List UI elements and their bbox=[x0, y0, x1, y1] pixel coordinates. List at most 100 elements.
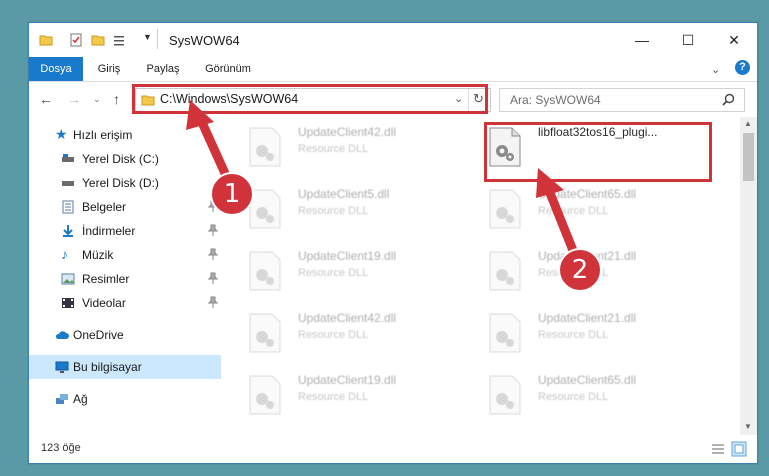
pin-icon[interactable] bbox=[208, 272, 218, 284]
dll-file-icon bbox=[249, 251, 281, 291]
sidebar-item-label: Videolar bbox=[82, 296, 126, 310]
file-item[interactable]: UpdateClient19.dll Resource DLL bbox=[236, 243, 466, 297]
file-item[interactable]: UpdateClient19.dll Resource DLL bbox=[236, 367, 466, 421]
recent-dropdown-icon[interactable]: ⌄ bbox=[93, 94, 101, 105]
videos-icon bbox=[62, 298, 74, 308]
new-folder-icon[interactable] bbox=[91, 33, 105, 47]
help-icon[interactable]: ? bbox=[735, 60, 750, 75]
file-type: Resource DLL bbox=[298, 329, 369, 341]
step-1-badge: 1 bbox=[210, 172, 254, 216]
sidebar-item-label: OneDrive bbox=[73, 328, 124, 342]
sidebar-item-pictures[interactable]: Resimler bbox=[29, 267, 221, 291]
drive-icon bbox=[62, 154, 74, 162]
up-icon[interactable]: ↑ bbox=[113, 91, 120, 107]
file-type: Resource DLL bbox=[538, 391, 609, 403]
window-title: SysWOW64 bbox=[169, 33, 240, 48]
file-name: UpdateClient65.dll bbox=[538, 373, 637, 387]
file-type: Resource DLL bbox=[298, 205, 369, 217]
forward-icon[interactable]: → bbox=[67, 91, 81, 107]
file-item[interactable]: UpdateClient21.dll Resource DLL bbox=[476, 305, 706, 359]
file-type: Resource DLL bbox=[298, 267, 369, 279]
sidebar-item-downloads[interactable]: İndirmeler bbox=[29, 219, 221, 243]
star-icon: ★ bbox=[55, 126, 68, 142]
title-bar: ▼ SysWOW64 — ☐ ✕ bbox=[29, 23, 757, 57]
maximize-button[interactable]: ☐ bbox=[665, 23, 711, 57]
computer-icon bbox=[55, 361, 69, 373]
pin-icon[interactable] bbox=[208, 296, 218, 308]
pin-icon[interactable] bbox=[208, 224, 218, 236]
minimize-button[interactable]: — bbox=[619, 23, 665, 57]
search-input[interactable]: Ara: SysWOW64 bbox=[499, 88, 745, 112]
documents-icon bbox=[62, 200, 74, 214]
tab-home[interactable]: Giriş bbox=[87, 57, 131, 81]
dll-file-icon bbox=[249, 127, 281, 167]
file-name: UpdateClient19.dll bbox=[298, 373, 397, 387]
sidebar-item-label: Resimler bbox=[82, 272, 130, 286]
sidebar-item-music[interactable]: ♪ Müzik bbox=[29, 243, 221, 267]
sidebar-item-label: İndirmeler bbox=[82, 224, 136, 238]
dll-file-icon bbox=[489, 375, 521, 415]
file-item[interactable]: UpdateClient42.dll Resource DLL bbox=[236, 305, 466, 359]
sidebar-item-network[interactable]: Ağ bbox=[29, 387, 221, 411]
customize-icon[interactable] bbox=[113, 33, 127, 47]
file-type: Resource DLL bbox=[538, 329, 609, 341]
pictures-icon bbox=[61, 273, 75, 285]
file-name: UpdateClient65.dll bbox=[538, 187, 637, 201]
search-placeholder: Ara: SysWOW64 bbox=[510, 93, 601, 107]
dll-file-icon bbox=[489, 313, 521, 353]
dll-file-icon bbox=[489, 251, 521, 291]
network-icon bbox=[56, 394, 68, 404]
details-view-icon[interactable] bbox=[711, 443, 725, 455]
cloud-icon bbox=[55, 331, 69, 339]
file-name: UpdateClient42.dll bbox=[298, 125, 397, 139]
sidebar-item-label: Belgeler bbox=[82, 200, 127, 214]
scroll-down-icon[interactable]: ▼ bbox=[744, 422, 752, 431]
music-icon: ♪ bbox=[61, 246, 68, 262]
address-bar-highlight bbox=[132, 84, 488, 114]
qa-dropdown-icon[interactable]: ▼ bbox=[143, 32, 152, 42]
file-highlight bbox=[484, 122, 712, 182]
file-type: Resource DLL bbox=[538, 205, 609, 217]
sidebar-item-documents[interactable]: Belgeler bbox=[29, 195, 221, 219]
item-count: 123 öğe bbox=[41, 442, 81, 454]
sidebar-item-label: Bu bilgisayar bbox=[73, 360, 142, 374]
close-button[interactable]: ✕ bbox=[711, 23, 757, 57]
file-type: Resource DLL bbox=[298, 143, 369, 155]
pin-icon[interactable] bbox=[208, 248, 218, 260]
file-item[interactable]: UpdateClient65.dll Resource DLL bbox=[476, 181, 706, 235]
search-icon[interactable] bbox=[722, 93, 735, 106]
properties-icon[interactable] bbox=[69, 33, 83, 47]
file-name: UpdateClient5.dll bbox=[298, 187, 390, 201]
sidebar-item-label: Yerel Disk (C:) bbox=[82, 152, 159, 166]
sidebar-item-onedrive[interactable]: OneDrive bbox=[29, 323, 221, 347]
sidebar-item-quick-access[interactable]: ★ Hızlı erişim bbox=[29, 123, 221, 147]
sidebar-item-disk-d[interactable]: Yerel Disk (D:) bbox=[29, 171, 221, 195]
sidebar-item-videos[interactable]: Videolar bbox=[29, 291, 221, 315]
file-item[interactable]: UpdateClient5.dll Resource DLL bbox=[236, 181, 466, 235]
sidebar-item-label: Ağ bbox=[73, 392, 88, 406]
sidebar-item-label: Yerel Disk (D:) bbox=[82, 176, 159, 190]
scrollbar-thumb[interactable] bbox=[743, 133, 754, 181]
pin-icon bbox=[208, 152, 218, 164]
sidebar-item-this-pc[interactable]: Bu bilgisayar bbox=[29, 355, 221, 379]
file-name: UpdateClient21.dll bbox=[538, 311, 637, 325]
ribbon-expand-icon[interactable]: ⌄ bbox=[711, 63, 720, 76]
large-icons-view-icon[interactable] bbox=[731, 441, 747, 457]
navigation-pane: ★ Hızlı erişim Yerel Disk (C:) Yerel Dis… bbox=[29, 119, 221, 435]
vertical-scrollbar[interactable]: ▲ ▼ bbox=[740, 117, 757, 435]
sidebar-item-disk-c[interactable]: Yerel Disk (C:) bbox=[29, 147, 221, 171]
sidebar-item-label: Hızlı erişim bbox=[73, 128, 133, 142]
back-icon[interactable]: ← bbox=[39, 91, 53, 107]
ribbon: Dosya Giriş Paylaş Görünüm ⌄ ? bbox=[29, 57, 757, 82]
tab-share[interactable]: Paylaş bbox=[139, 57, 187, 81]
tab-file[interactable]: Dosya bbox=[29, 57, 83, 81]
file-name: UpdateClient42.dll bbox=[298, 311, 397, 325]
scroll-up-icon[interactable]: ▲ bbox=[744, 119, 752, 128]
file-item[interactable]: UpdateClient42.dll Resource DLL bbox=[236, 119, 466, 173]
file-name: UpdateClient19.dll bbox=[298, 249, 397, 263]
step-2-badge: 2 bbox=[558, 248, 602, 292]
tab-view[interactable]: Görünüm bbox=[197, 57, 259, 81]
dll-file-icon bbox=[489, 189, 521, 229]
file-item[interactable]: UpdateClient65.dll Resource DLL bbox=[476, 367, 706, 421]
dll-file-icon bbox=[249, 313, 281, 353]
